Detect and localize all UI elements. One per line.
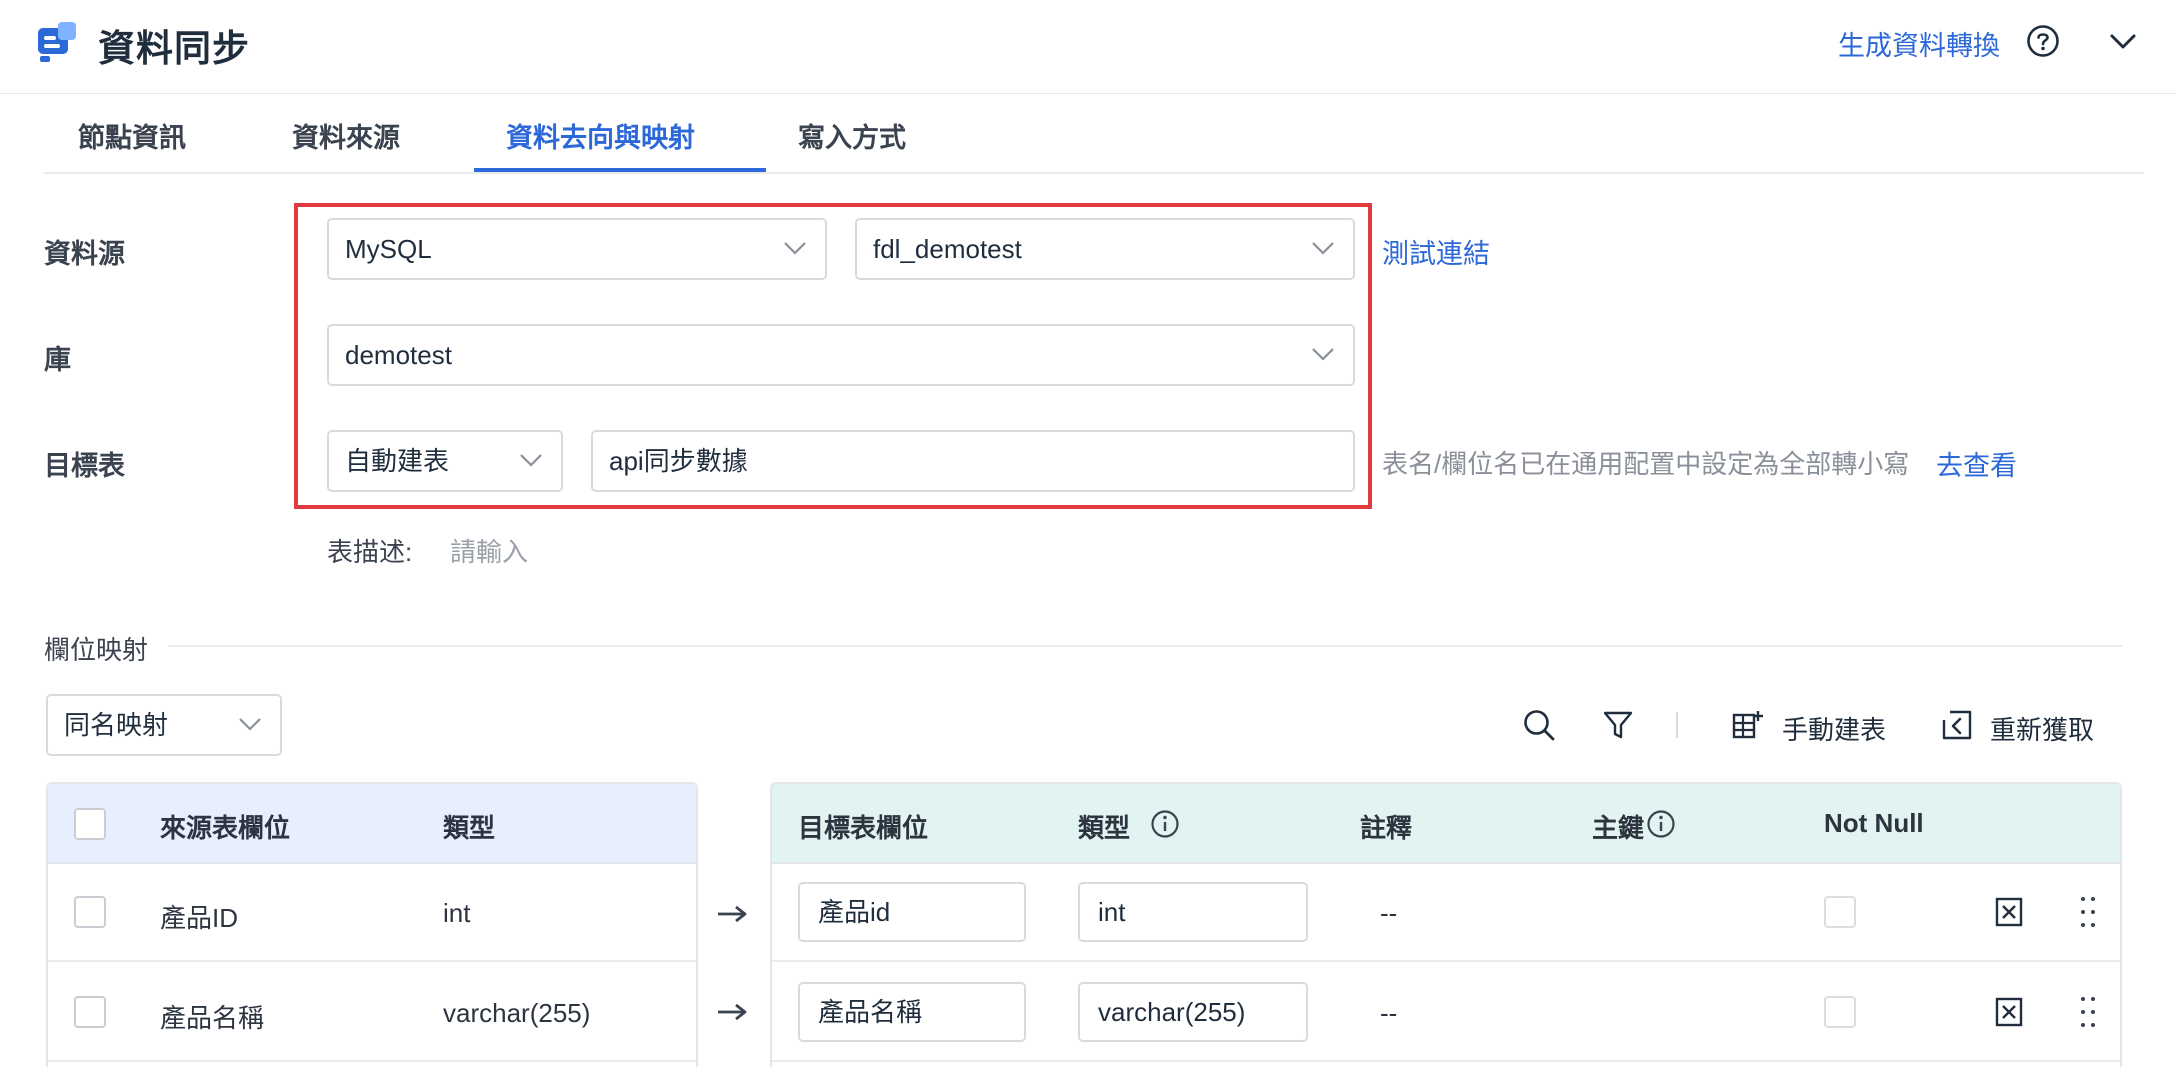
source-field-name: 產品名稱	[160, 1003, 265, 1033]
table-row: 產品id int --	[772, 864, 2120, 962]
refetch-button[interactable]: 重新獲取	[1990, 710, 2094, 747]
table-row: 產品ID int	[48, 864, 696, 962]
drag-handle-icon[interactable]	[2078, 994, 2098, 1030]
arrow-right-icon	[718, 905, 747, 923]
mapping-mode-select[interactable]: 同名映射	[46, 694, 282, 756]
search-icon[interactable]	[1522, 708, 1556, 742]
target-table-label: 目標表	[44, 451, 125, 481]
help-icon[interactable]	[2026, 24, 2060, 58]
not-null-checkbox[interactable]	[1824, 996, 1856, 1028]
target-field-input[interactable]: 產品名稱	[798, 982, 1026, 1042]
table-description-input[interactable]: 請輸入	[450, 532, 528, 569]
field-mapping-title: 欄位映射	[44, 635, 149, 665]
tab-node-info[interactable]: 節點資訊	[78, 116, 186, 155]
not-null-checkbox[interactable]	[1824, 896, 1856, 928]
comment-value: --	[1380, 998, 1398, 1028]
table-row: 產品名稱 varchar(255)	[48, 964, 696, 1062]
chevron-down-icon	[239, 718, 261, 731]
database-value: demotest	[345, 340, 452, 370]
tab-destination-mapping[interactable]: 資料去向與映射	[506, 116, 695, 155]
connection-value: fdl_demotest	[873, 234, 1022, 264]
comment-value: --	[1380, 898, 1398, 928]
create-mode-select[interactable]: 自動建表	[327, 430, 563, 492]
app-header: 資料同步 生成資料轉換	[0, 0, 2176, 94]
delete-field-icon[interactable]	[1994, 996, 2024, 1028]
create-mode-value: 自動建表	[345, 446, 450, 476]
page-title: 資料同步	[98, 28, 250, 69]
chevron-down-icon[interactable]	[2106, 28, 2140, 56]
source-field-table: 來源表欄位 類型 產品ID int 產品名稱 varchar(255)	[46, 782, 698, 1067]
generate-transform-link[interactable]: 生成資料轉換	[1838, 24, 2000, 63]
target-type-input[interactable]: int	[1078, 882, 1308, 942]
comment-header: 註釋	[1360, 813, 1413, 843]
mapping-mode-value: 同名映射	[64, 710, 169, 740]
view-config-link[interactable]: 去查看	[1936, 444, 2017, 483]
select-all-checkbox[interactable]	[74, 808, 106, 840]
target-table-header: 目標表欄位 類型 註釋 主鍵 Not Null	[772, 784, 2120, 864]
row-checkbox[interactable]	[74, 896, 106, 928]
delete-field-icon[interactable]	[1994, 896, 2024, 928]
chevron-down-icon	[1312, 348, 1334, 361]
active-tab-indicator	[474, 168, 766, 172]
datasource-label: 資料源	[44, 239, 125, 269]
toolbar-divider	[1676, 712, 1678, 738]
chevron-down-icon	[784, 242, 806, 255]
database-select[interactable]: demotest	[327, 324, 1355, 386]
refresh-fetch-icon[interactable]	[1940, 708, 1974, 742]
source-field-type: varchar(255)	[443, 998, 591, 1028]
target-field-input[interactable]: 產品id	[798, 882, 1026, 942]
info-icon[interactable]	[1646, 809, 1676, 839]
arrow-right-icon	[718, 1003, 747, 1021]
test-connection-link[interactable]: 測試連結	[1382, 232, 1490, 271]
source-field-name: 產品ID	[160, 903, 239, 933]
manual-create-table-button[interactable]: 手動建表	[1782, 710, 1886, 747]
not-null-header: Not Null	[1824, 808, 1924, 838]
tab-write-mode[interactable]: 寫入方式	[798, 116, 906, 155]
table-row: 產品名稱 varchar(255) --	[772, 964, 2120, 1062]
db-type-value: MySQL	[345, 234, 432, 264]
filter-icon[interactable]	[1601, 708, 1635, 742]
database-label: 庫	[44, 345, 71, 375]
chevron-down-icon	[520, 454, 542, 467]
info-icon[interactable]	[1150, 809, 1180, 839]
target-field-header: 目標表欄位	[798, 813, 929, 843]
sync-app-icon	[38, 22, 76, 62]
db-type-select[interactable]: MySQL	[327, 218, 827, 280]
source-field-type: int	[443, 898, 471, 928]
tab-bar: 節點資訊 資料來源 資料去向與映射 寫入方式	[44, 100, 2144, 174]
lowercase-hint: 表名/欄位名已在通用配置中設定為全部轉小寫	[1382, 449, 1910, 479]
drag-handle-icon[interactable]	[2078, 894, 2098, 930]
tab-data-source[interactable]: 資料來源	[292, 116, 400, 155]
source-table-header: 來源表欄位 類型	[48, 784, 696, 864]
target-field-table: 目標表欄位 類型 註釋 主鍵 Not Null 產品id int -- 產品名稱…	[770, 782, 2122, 1067]
table-description-label: 表描述:	[327, 537, 413, 567]
source-type-header: 類型	[443, 813, 496, 843]
target-type-header: 類型	[1078, 813, 1131, 843]
table-name-input[interactable]: api同步數據	[591, 430, 1355, 492]
source-field-header: 來源表欄位	[160, 813, 291, 843]
table-create-icon[interactable]	[1730, 708, 1764, 742]
primary-key-header: 主鍵	[1592, 813, 1645, 843]
chevron-down-icon	[1312, 242, 1334, 255]
target-type-input[interactable]: varchar(255)	[1078, 982, 1308, 1042]
section-divider	[168, 645, 2122, 647]
connection-select[interactable]: fdl_demotest	[855, 218, 1355, 280]
row-checkbox[interactable]	[74, 996, 106, 1028]
